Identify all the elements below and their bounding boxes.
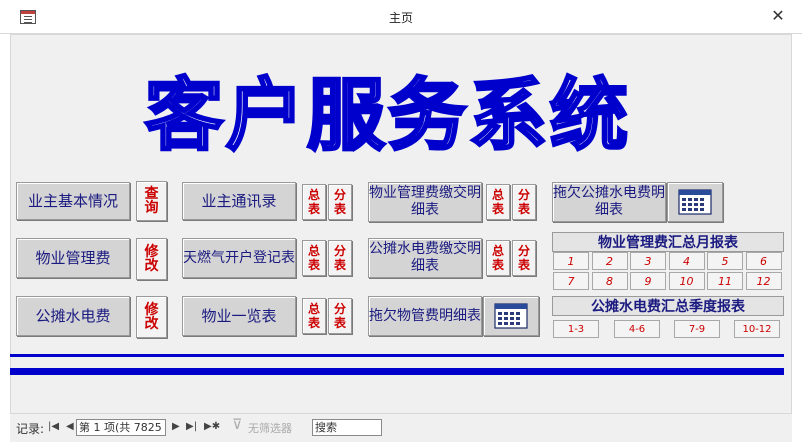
record-label: 记录: [16,422,45,436]
record-number-input[interactable]: 第 1 项(共 7825 [76,419,166,436]
search-input[interactable]: 搜索 [312,419,382,436]
calendar-icon [678,189,712,215]
prev-record-icon[interactable]: ◀ [66,421,74,432]
month-button[interactable]: 8 [591,272,628,290]
arrears-mgmt-report-button[interactable] [483,296,539,336]
month-button[interactable]: 4 [668,252,705,270]
contacts-sub-button[interactable]: 分表 [328,184,352,220]
utility-detail-sub-button[interactable]: 分表 [512,240,536,276]
gas-register-button[interactable]: 天燃气开户登记表 [182,238,296,278]
last-record-icon[interactable]: ▶| [186,421,197,432]
new-record-icon[interactable]: ▶✱ [204,421,220,432]
gas-sub-button[interactable]: 分表 [328,240,352,276]
quarter-button[interactable]: 10-12 [734,320,780,338]
quarter-button[interactable]: 1-3 [553,320,599,338]
fee-detail-sub-button[interactable]: 分表 [512,184,536,220]
property-list-button[interactable]: 物业一览表 [182,296,296,336]
first-record-icon[interactable]: |◀ [48,421,59,432]
month-button[interactable]: 7 [553,272,589,290]
month-button[interactable]: 6 [745,252,782,270]
month-button[interactable]: 1 [553,252,589,270]
close-icon[interactable]: ✕ [768,6,788,26]
arrears-mgmt-button[interactable]: 拖欠物管费明细表 [368,296,482,336]
month-button[interactable]: 3 [630,252,666,270]
divider-thin [10,354,784,357]
month-button[interactable]: 12 [745,272,782,290]
property-sub-button[interactable]: 分表 [328,298,352,334]
filter-status[interactable]: 无筛选器 [248,420,292,436]
owner-query-button[interactable]: 查询 [136,181,167,221]
fee-detail-button[interactable]: 物业管理费缴交明细表 [368,182,482,222]
filter-icon: ⊽ [232,417,243,433]
month-button[interactable]: 11 [707,272,743,290]
month-button[interactable]: 5 [707,252,743,270]
quarter-button[interactable]: 4-6 [614,320,660,338]
utility-fee-edit-button[interactable]: 修改 [136,296,167,338]
gas-total-button[interactable]: 总表 [302,240,326,276]
fee-detail-total-button[interactable]: 总表 [486,184,510,220]
window-title: 主页 [388,11,413,25]
monthly-report-title: 物业管理费汇总月报表 [552,232,784,252]
arrears-utility-button[interactable]: 拖欠公摊水电费明细表 [552,182,666,222]
utility-detail-total-button[interactable]: 总表 [486,240,510,276]
quarter-button[interactable]: 7-9 [674,320,720,338]
mgmt-fee-button[interactable]: 物业管理费 [16,238,130,278]
month-button[interactable]: 9 [630,272,666,290]
quarterly-report-title: 公摊水电费汇总季度报表 [552,296,784,316]
calendar-icon [494,303,528,329]
page-title: 客户服务系统 [143,69,631,163]
utility-detail-button[interactable]: 公摊水电费缴交明细表 [368,238,482,278]
property-total-button[interactable]: 总表 [302,298,326,334]
owner-info-button[interactable]: 业主基本情况 [16,182,130,220]
divider-thick [10,368,784,375]
mgmt-fee-edit-button[interactable]: 修改 [136,238,167,280]
utility-fee-button[interactable]: 公摊水电费 [16,296,130,336]
month-button[interactable]: 2 [591,252,628,270]
contacts-total-button[interactable]: 总表 [302,184,326,220]
month-button[interactable]: 10 [668,272,705,290]
owner-contacts-button[interactable]: 业主通讯录 [182,182,296,220]
record-navigation-bar: 记录: |◀ ◀ 第 1 项(共 7825 ▶ ▶| ▶✱ ⊽ 无筛选器 搜索 [10,414,792,442]
next-record-icon[interactable]: ▶ [172,421,180,432]
arrears-utility-report-button[interactable] [667,182,723,222]
